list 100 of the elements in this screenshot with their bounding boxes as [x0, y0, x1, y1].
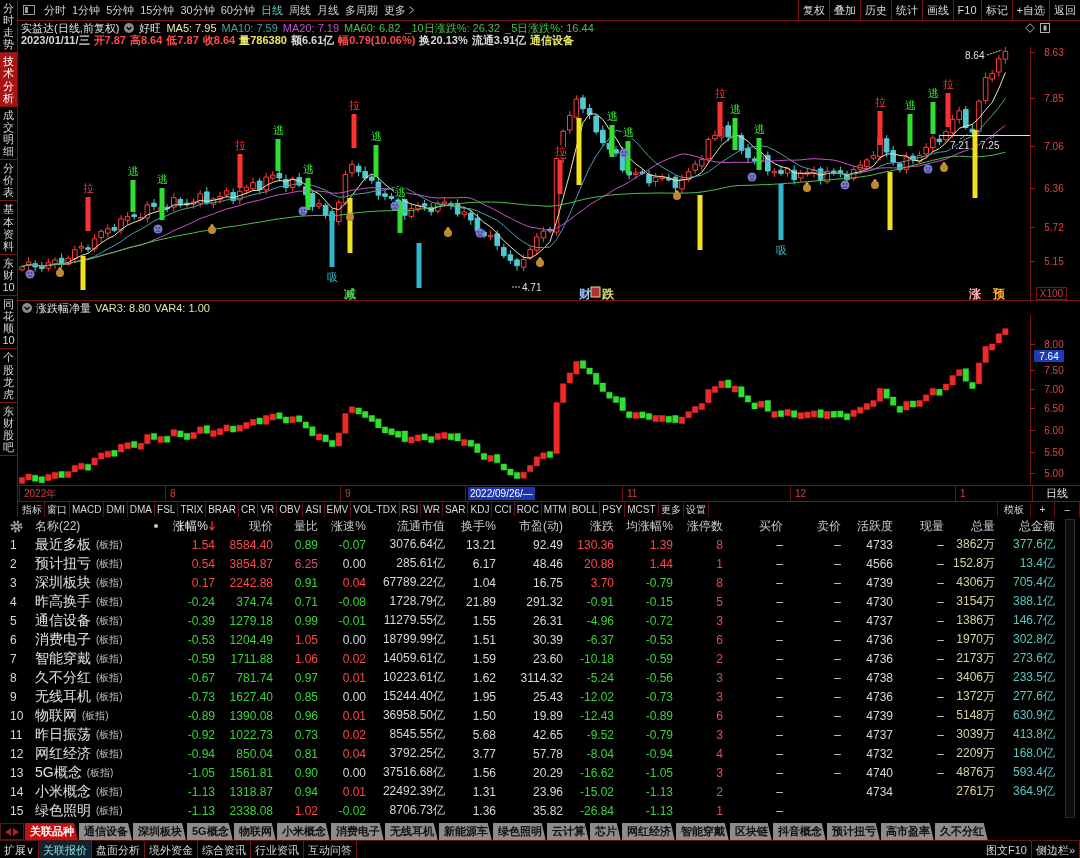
period-tab[interactable]: 30分钟: [177, 0, 218, 20]
toolbar-button[interactable]: 历史: [859, 0, 891, 20]
panel-toggle-icon[interactable]: [23, 5, 35, 15]
indicator-tab[interactable]: DMA: [127, 502, 156, 517]
period-tab[interactable]: 多周期: [342, 0, 381, 20]
bottom-tab[interactable]: 境外资金: [145, 841, 199, 858]
period-tab[interactable]: 60分钟: [217, 0, 258, 20]
indicator-tab[interactable]: EMV: [324, 502, 352, 517]
toolbar-button[interactable]: 叠加: [828, 0, 860, 20]
toolbar-button[interactable]: 复权: [797, 0, 829, 20]
related-tab[interactable]: 高市盈率: [880, 823, 934, 840]
column-header[interactable]: 流通市值: [397, 517, 445, 535]
column-header[interactable]: 换手%: [461, 517, 496, 535]
column-header[interactable]: 总金额: [1019, 517, 1055, 535]
toolbar-button[interactable]: +自选: [1011, 0, 1049, 20]
toolbar-button[interactable]: 统计: [890, 0, 922, 20]
circle-chevron-icon[interactable]: [22, 303, 32, 313]
toolbar-button[interactable]: 画线: [921, 0, 953, 20]
indicator-tab[interactable]: 指标: [20, 502, 45, 517]
panel-icon[interactable]: [1040, 23, 1050, 33]
sector-name[interactable]: 5G概念: [35, 763, 82, 782]
indicator-tab[interactable]: OBV: [277, 502, 304, 517]
related-tab[interactable]: 抖音概念: [772, 823, 826, 840]
template-button[interactable]: 模板: [996, 502, 1031, 517]
sector-name[interactable]: 网红经济: [35, 744, 91, 763]
panel-control-button[interactable]: +: [1030, 502, 1056, 517]
column-header[interactable]: 买价: [759, 517, 783, 535]
indicator-tab[interactable]: 更多: [658, 502, 684, 517]
sidebar-tab[interactable]: 东财股吧: [0, 402, 17, 457]
related-tab[interactable]: 久不分红: [934, 823, 988, 840]
diamond-icon[interactable]: [1025, 23, 1035, 33]
bottom-link[interactable]: 侧边栏»: [1031, 841, 1080, 858]
column-header[interactable]: 卖价: [817, 517, 841, 535]
sidebar-tab[interactable]: 成交明细: [0, 106, 17, 161]
column-header[interactable]: 总量: [971, 517, 995, 535]
indicator-tab[interactable]: MCST: [625, 502, 659, 517]
related-tab[interactable]: 物联网: [233, 823, 276, 840]
sidebar-tab[interactable]: 同花顺10: [0, 296, 17, 350]
indicator-tab[interactable]: SAR: [442, 502, 469, 517]
scroll-right-icon[interactable]: [13, 827, 19, 836]
circle-chevron-icon[interactable]: [124, 23, 135, 33]
related-tab[interactable]: 网红经济: [621, 823, 675, 840]
column-header[interactable]: 涨速%: [331, 517, 366, 535]
sector-name[interactable]: 绿色照明: [35, 801, 91, 820]
period-tab[interactable]: 1分钟: [69, 0, 104, 20]
indicator-tab[interactable]: MTM: [541, 502, 570, 517]
column-header[interactable]: 涨跌: [590, 517, 614, 535]
column-header[interactable]: 活跃度: [857, 517, 893, 535]
sector-name[interactable]: 智能穿戴: [35, 649, 91, 668]
indicator-tab[interactable]: 设置: [683, 502, 709, 517]
indicator-tab[interactable]: MACD: [70, 502, 105, 517]
sector-name[interactable]: 通信设备: [35, 611, 91, 630]
indicator-tab[interactable]: ROC: [514, 502, 542, 517]
period-tab[interactable]: 月线: [314, 0, 342, 20]
indicator-tab[interactable]: BOLL: [569, 502, 601, 517]
bottom-tab[interactable]: 综合资讯: [198, 841, 252, 858]
indicator-tab[interactable]: DMI: [104, 502, 128, 517]
sidebar-tab[interactable]: 分价表: [0, 160, 17, 202]
sector-name[interactable]: 物联网: [35, 706, 77, 725]
indicator-tab[interactable]: 窗口: [45, 502, 70, 517]
related-tab[interactable]: 区块链: [729, 823, 772, 840]
sidebar-tab[interactable]: 东财10: [0, 254, 17, 297]
sector-name[interactable]: 预计扭亏: [35, 554, 91, 573]
indicator-tab[interactable]: PSY: [600, 502, 626, 517]
related-tab[interactable]: 小米概念: [276, 823, 330, 840]
sector-name[interactable]: 深圳板块: [35, 573, 91, 592]
related-tab[interactable]: 5G概念: [187, 823, 233, 840]
related-tab[interactable]: 关联品种: [25, 823, 78, 840]
related-tab[interactable]: 芯片: [589, 823, 621, 840]
indicator-tab[interactable]: WR: [421, 502, 443, 517]
period-tab[interactable]: 分时: [41, 0, 69, 20]
toolbar-button[interactable]: 标记: [980, 0, 1012, 20]
indicator-tab[interactable]: CR: [238, 502, 259, 517]
indicator-tab[interactable]: BRAR: [206, 502, 239, 517]
toolbar-button[interactable]: 返回: [1049, 0, 1080, 20]
sidebar-tab[interactable]: 个股龙虎: [0, 349, 17, 403]
indicator-tab[interactable]: VOL-TDX: [351, 502, 400, 517]
related-tab[interactable]: 绿色照明: [492, 823, 546, 840]
sector-name[interactable]: 昨高换手: [35, 592, 91, 611]
period-tab[interactable]: 周线: [286, 0, 314, 20]
sidebar-tab[interactable]: 基本资料: [0, 201, 17, 255]
period-button[interactable]: 日线: [1032, 486, 1080, 501]
related-tab[interactable]: 深圳板块: [133, 823, 186, 840]
panel-control-button[interactable]: –: [1055, 502, 1080, 517]
sector-name[interactable]: 无线耳机: [35, 687, 91, 706]
toolbar-button[interactable]: F10: [952, 0, 981, 20]
related-tab[interactable]: 无线耳机: [384, 823, 438, 840]
scroll-left-icon[interactable]: [5, 827, 11, 836]
column-header[interactable]: 涨停数: [687, 517, 723, 535]
related-tab[interactable]: 消费电子: [330, 823, 384, 840]
column-header[interactable]: 均涨幅%: [626, 517, 673, 535]
column-header[interactable]: 名称(22): [35, 517, 81, 535]
column-header[interactable]: 量比: [294, 517, 318, 535]
indicator-tab[interactable]: VR: [258, 502, 278, 517]
indicator-tab[interactable]: KDJ: [468, 502, 493, 517]
indicator-tab[interactable]: CCI: [492, 502, 515, 517]
indicator-tab[interactable]: ASI: [303, 502, 325, 517]
period-tab[interactable]: 15分钟: [137, 0, 178, 20]
scrollbar[interactable]: [1065, 519, 1075, 818]
more-button[interactable]: 更多: [381, 0, 417, 20]
